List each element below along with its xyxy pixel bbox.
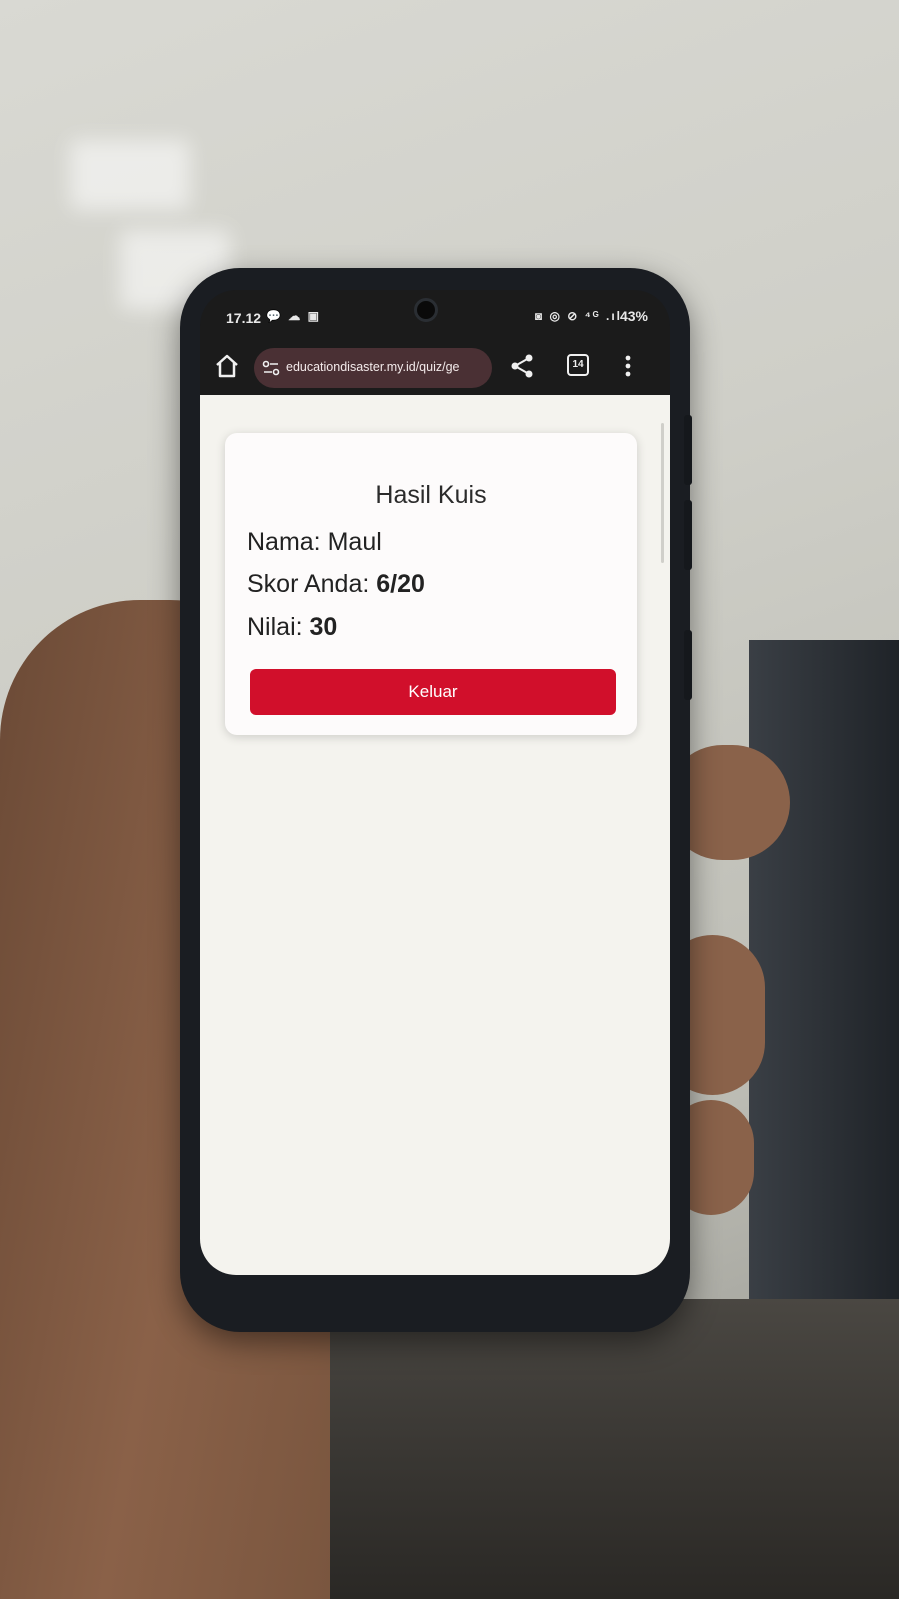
volume-up-button [684,415,692,485]
page-title: Hasil Kuis [375,481,487,509]
front-camera [414,298,438,322]
grade-value: 30 [309,613,338,641]
browser-toolbar: educationdisaster.my.id/quiz/ge 14 [200,340,670,395]
scrollbar[interactable] [661,423,664,563]
power-button [684,630,692,700]
volume-down-button [684,500,692,570]
url-text: educationdisaster.my.id/quiz/ge [286,360,460,374]
name-row: Nama: Maul [247,528,382,557]
site-settings-icon[interactable] [262,359,280,377]
exit-button[interactable]: Keluar [250,669,616,715]
address-bar[interactable]: educationdisaster.my.id/quiz/ge [254,348,492,388]
score-label: Skor Anda: [247,570,377,598]
system-status-icons: ◙ ◎ ⊘ ⁴ᴳ .ıl [534,309,622,323]
notification-icons: 💬 ☁ ▣ [266,309,321,323]
home-icon[interactable] [214,354,240,378]
name-label: Nama: [247,528,328,556]
background-light [70,140,190,210]
more-menu-icon[interactable] [624,354,632,378]
tabs-icon[interactable]: 14 [567,354,589,376]
battery-level: 43% [619,308,648,324]
name-value: Maul [327,528,382,556]
grade-label: Nilai: [247,613,310,641]
status-bar: 17.12 💬 ☁ ▣ ◙ ◎ ⊘ ⁴ᴳ .ıl 43% [200,290,670,340]
grade-row: Nilai: 30 [247,613,337,642]
share-icon[interactable] [510,353,534,379]
score-row: Skor Anda: 6/20 [247,570,425,599]
phone-screen: 17.12 💬 ☁ ▣ ◙ ◎ ⊘ ⁴ᴳ .ıl 43% educationdi… [200,290,670,1275]
score-value: 6/20 [376,570,425,598]
quiz-result-card: Hasil Kuis Nama: Maul Skor Anda: 6/20 Ni… [225,433,637,735]
web-page: Hasil Kuis Nama: Maul Skor Anda: 6/20 Ni… [200,395,670,1275]
status-time: 17.12 [226,310,262,326]
